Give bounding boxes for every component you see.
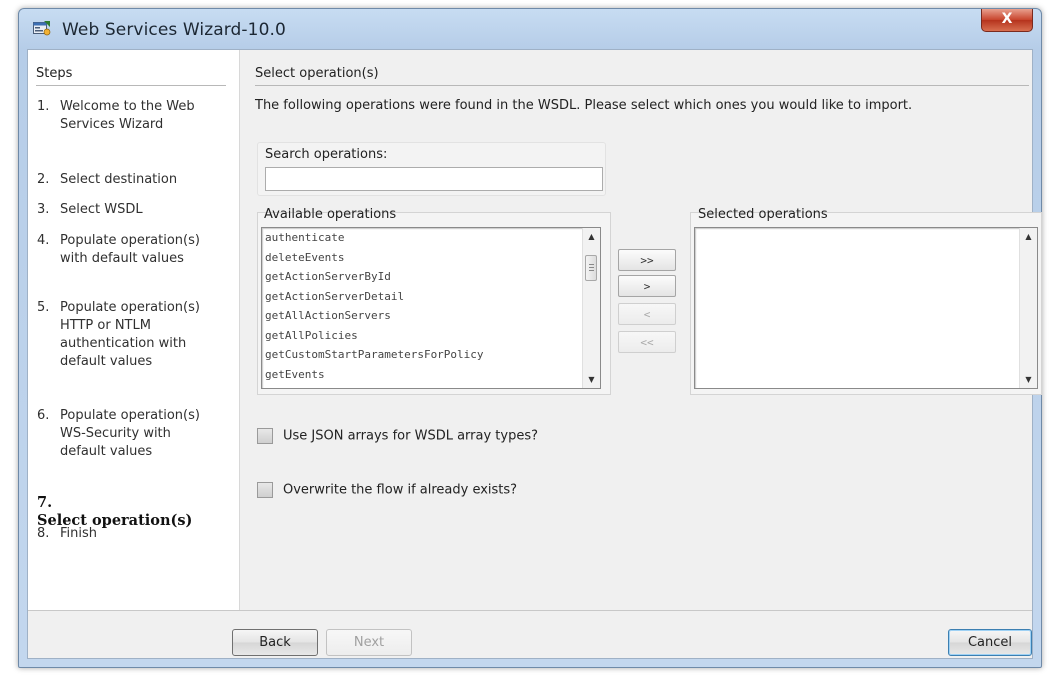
add-all-button[interactable]: >> (618, 249, 676, 271)
list-item[interactable]: authenticate (262, 228, 600, 248)
step-number: 1. (37, 99, 50, 114)
scroll-up-arrow-icon[interactable]: ▲ (583, 228, 600, 245)
next-button[interactable]: Next (326, 629, 412, 656)
step-label: Finish (60, 526, 98, 541)
list-item[interactable]: getActionServerDetail (262, 287, 600, 307)
step-number: 7. (37, 494, 53, 511)
step-number: 4. (37, 233, 50, 248)
main-panel: Select operation(s) The following operat… (239, 50, 1042, 610)
step-finish: 8. Finish (37, 525, 232, 543)
list-item[interactable]: getActionServerById (262, 267, 600, 287)
step-label: Populate operation(s) HTTP or NTLM authe… (60, 300, 200, 369)
overwrite-flow-checkbox[interactable] (257, 482, 273, 498)
button-bar: Back Next Cancel (28, 610, 1032, 658)
selected-operations-label: Selected operations (698, 207, 828, 222)
step-label: Select destination (60, 172, 178, 187)
close-button[interactable]: X (981, 9, 1033, 32)
step-number: 8. (37, 526, 50, 541)
step-populate-http-ntlm: 5. Populate operation(s) HTTP or NTLM aut… (37, 299, 232, 371)
list-item[interactable]: getAllPolicies (262, 326, 600, 346)
step-select-wsdl: 3. Select WSDL (37, 201, 232, 219)
available-items: authenticate deleteEvents getActionServerB… (262, 228, 600, 384)
step-populate-ws-security: 6. Populate operation(s) WS-Security with… (37, 407, 232, 461)
wizard-window: Web Services Wizard-10.0 X Steps 1. Welco… (18, 8, 1042, 668)
search-operations-group: Search operations: (257, 142, 606, 196)
available-scrollbar[interactable]: ▲ ▼ (582, 228, 600, 388)
list-item[interactable]: getCustomStartParametersForPolicy (262, 345, 600, 365)
step-number: 2. (37, 172, 50, 187)
remove-button[interactable]: < (618, 303, 676, 325)
overwrite-flow-label: Overwrite the flow if already exists? (283, 482, 518, 498)
step-label: Select WSDL (60, 202, 143, 217)
list-item[interactable]: deleteEvents (262, 248, 600, 268)
step-number: 5. (37, 300, 50, 315)
list-item[interactable]: getEvents (262, 365, 600, 385)
json-arrays-checkbox[interactable] (257, 428, 273, 444)
section-title: Select operation(s) (255, 66, 1029, 86)
scroll-down-arrow-icon[interactable]: ▼ (583, 371, 600, 388)
grip-icon (589, 264, 594, 265)
step-select-destination: 2. Select destination (37, 171, 232, 189)
selected-operations-list[interactable]: ▲ ▼ (694, 227, 1038, 389)
step-label: Populate operation(s) with default value… (60, 233, 200, 266)
json-arrays-option[interactable]: Use JSON arrays for WSDL array types? (257, 428, 538, 444)
overwrite-flow-option[interactable]: Overwrite the flow if already exists? (257, 482, 517, 498)
step-number: 3. (37, 202, 50, 217)
steps-panel: Steps 1. Welcome to the Web Services Wiza… (28, 50, 239, 610)
title-bar[interactable]: Web Services Wizard-10.0 X (19, 9, 1041, 49)
available-operations-label: Available operations (264, 207, 397, 222)
available-operations-list[interactable]: authenticate deleteEvents getActionServerB… (261, 227, 601, 389)
back-button[interactable]: Back (232, 629, 318, 656)
description-text: The following operations were found in t… (255, 98, 913, 113)
window-title: Web Services Wizard-10.0 (62, 20, 286, 40)
list-item[interactable]: getAllActionServers (262, 306, 600, 326)
wizard-app-icon (33, 21, 51, 36)
cancel-button[interactable]: Cancel (948, 629, 1032, 656)
json-arrays-label: Use JSON arrays for WSDL array types? (283, 428, 539, 444)
step-label: Welcome to the Web Services Wizard (60, 99, 195, 132)
add-button[interactable]: > (618, 275, 676, 297)
selected-scrollbar[interactable]: ▲ ▼ (1019, 228, 1037, 388)
search-operations-input[interactable] (265, 167, 603, 191)
step-populate-default: 4. Populate operation(s) with default val… (37, 232, 232, 268)
scroll-up-arrow-icon[interactable]: ▲ (1020, 228, 1037, 245)
wizard-client-area: Steps 1. Welcome to the Web Services Wiza… (27, 49, 1042, 659)
scroll-thumb[interactable] (585, 255, 597, 281)
remove-all-button[interactable]: << (618, 331, 676, 353)
steps-header: Steps (36, 66, 226, 86)
scroll-down-arrow-icon[interactable]: ▼ (1020, 371, 1037, 388)
step-welcome: 1. Welcome to the Web Services Wizard (37, 98, 232, 134)
close-icon: X (1001, 11, 1013, 27)
search-operations-label: Search operations: (265, 147, 388, 162)
step-number: 6. (37, 408, 50, 423)
step-label: Populate operation(s) WS-Security with d… (60, 408, 200, 459)
